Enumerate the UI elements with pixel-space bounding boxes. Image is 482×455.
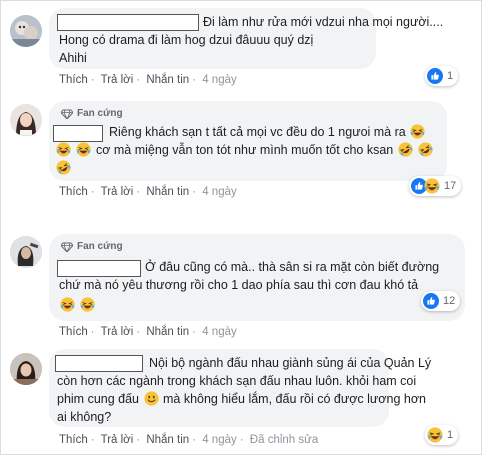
avatar[interactable] (10, 236, 42, 268)
comment-text-line: còn hơn các ngành trong khách sạn đấu nh… (57, 374, 417, 388)
laughing-emoji-icon (76, 142, 91, 157)
laughing-emoji-icon (56, 142, 71, 157)
comment-text-segment: mà không hiểu lắm, đấu rồi có được lương… (162, 392, 426, 406)
comment-text-line: Ahihi (59, 51, 87, 65)
like-icon (423, 293, 439, 309)
comment-text-line: Riêng khách sạn t tất cả mọi vc đều do 1… (109, 123, 426, 141)
fan-badge-label: Fan cứng (77, 241, 123, 252)
reply-action[interactable]: Trả lời (101, 326, 134, 338)
like-action[interactable]: Thích (59, 74, 88, 86)
diamond-icon (61, 242, 73, 252)
comment-actions: Thích · Trả lời · Nhắn tin · 4 ngày (59, 74, 237, 86)
reaction-summary[interactable]: 1 (425, 66, 459, 86)
comments-panel: Đi làm như rửa mới vdzui nha mọi người..… (0, 0, 482, 455)
comment-text-segment: phim cung đấu (57, 392, 140, 406)
reply-action[interactable]: Trả lời (101, 434, 134, 446)
fan-badge: Fan cứng (61, 108, 123, 119)
comment-text-line: Nội bộ ngành đấu nhau giành sủng ái của … (149, 356, 432, 370)
message-action[interactable]: Nhắn tin (146, 186, 189, 198)
message-action[interactable]: Nhắn tin (146, 434, 189, 446)
haha-icon (424, 178, 440, 194)
comment-text-line: cơ mà miệng vẫn ton tót như mình muốn tố… (55, 141, 434, 159)
diamond-icon (61, 109, 73, 119)
message-action[interactable]: Nhắn tin (146, 326, 189, 338)
laughing-emoji-icon (410, 124, 425, 139)
comment-text-segment: Riêng khách sạn t tất cả mọi vc đều do 1… (109, 125, 406, 139)
reply-action[interactable]: Trả lời (101, 186, 134, 198)
reaction-summary[interactable]: 1 (425, 425, 459, 445)
comment-time[interactable]: 4 ngày (202, 434, 237, 446)
commenter-name-redacted[interactable] (57, 14, 199, 31)
reply-action[interactable]: Trả lời (101, 74, 134, 86)
like-icon (427, 68, 443, 84)
message-action[interactable]: Nhắn tin (146, 74, 189, 86)
commenter-name-redacted[interactable] (57, 260, 141, 277)
reaction-summary[interactable]: 17 (409, 176, 462, 196)
comment-text-line: Đi làm như rửa mới vdzui nha mọi người..… (203, 15, 444, 29)
comment-time[interactable]: 4 ngày (202, 74, 237, 86)
comment-text-line: phim cung đấu mà không hiểu lắm, đấu rồi… (57, 390, 426, 408)
comment-bubble: Nội bộ ngành đấu nhau giành sủng ái của … (49, 349, 431, 427)
reaction-count: 1 (447, 429, 454, 441)
comment-text-line: Ở đâu cũng có mà.. thà sân si ra mặt còn… (145, 260, 440, 274)
comment-actions: Thích · Trả lời · Nhắn tin · 4 ngày (59, 186, 237, 198)
comment-time[interactable]: 4 ngày (202, 326, 237, 338)
commenter-name-redacted[interactable] (53, 125, 103, 142)
comment-text-line: chứ mà nó yêu thương rồi cho 1 dao phía … (59, 278, 419, 292)
laughing-emoji-icon (60, 297, 75, 312)
comment-text-line: Hong có drama đi làm hog dzui đâuuu quý … (59, 33, 314, 47)
rofl-emoji-icon (56, 160, 71, 175)
edited-label[interactable]: Đã chỉnh sửa (250, 434, 318, 446)
haha-icon (427, 427, 443, 443)
like-action[interactable]: Thích (59, 326, 88, 338)
comment-time[interactable]: 4 ngày (202, 186, 237, 198)
fan-badge: Fan cứng (61, 241, 123, 252)
reaction-count: 12 (443, 295, 456, 307)
like-action[interactable]: Thích (59, 186, 88, 198)
smile-emoji-icon (144, 391, 159, 406)
comment-text-line (59, 296, 96, 314)
comment-bubble: Fan cứng Riêng khách sạn t tất cả mọi vc… (49, 101, 447, 181)
comment-text-line (55, 159, 72, 177)
rofl-emoji-icon (398, 142, 413, 157)
reaction-count: 1 (447, 70, 454, 82)
avatar[interactable] (10, 15, 42, 47)
comment-bubble: Đi làm như rửa mới vdzui nha mọi người..… (49, 8, 443, 69)
rofl-emoji-icon (418, 142, 433, 157)
reaction-summary[interactable]: 12 (421, 291, 461, 311)
fan-badge-label: Fan cứng (77, 108, 123, 119)
avatar[interactable] (10, 104, 42, 136)
comment-text-segment: cơ mà miệng vẫn ton tót như mình muốn tố… (95, 143, 394, 157)
reaction-count: 17 (444, 180, 457, 192)
comment-actions: Thích · Trả lời · Nhắn tin · 4 ngày (59, 326, 237, 338)
comment-bubble: Fan cứng Ở đâu cũng có mà.. thà sân si r… (49, 234, 465, 321)
laughing-emoji-icon (80, 297, 95, 312)
commenter-name-redacted[interactable] (55, 355, 143, 372)
like-action[interactable]: Thích (59, 434, 88, 446)
avatar[interactable] (10, 353, 42, 385)
comment-text-line: ai không? (57, 410, 112, 424)
comment-actions: Thích · Trả lời · Nhắn tin · 4 ngày · Đã chỉ… (59, 434, 319, 446)
